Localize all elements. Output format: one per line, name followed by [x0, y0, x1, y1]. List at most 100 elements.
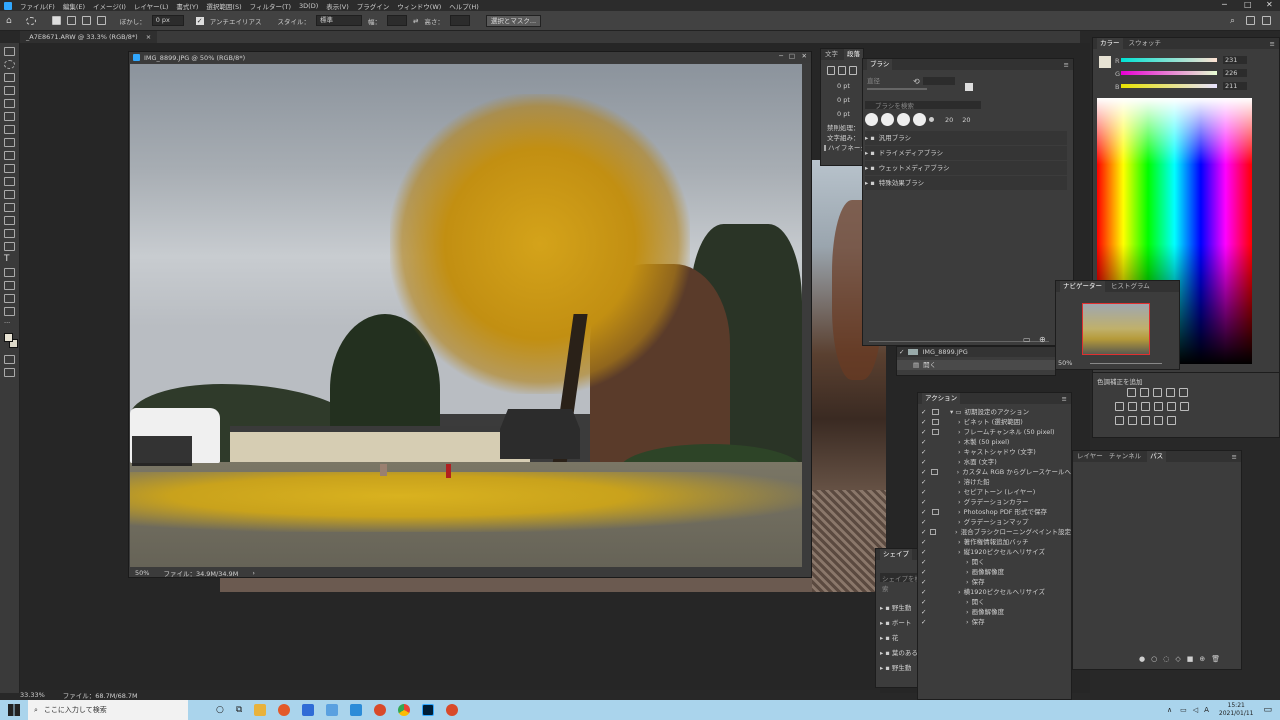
dialog-toggle-icon[interactable]	[932, 589, 939, 595]
history-brush-tool-icon[interactable]	[4, 177, 15, 186]
home-icon[interactable]: ⌂	[6, 16, 12, 26]
menu-image[interactable]: イメージ(I)	[93, 1, 126, 11]
fill-path-icon[interactable]: ●	[1139, 655, 1145, 663]
actions-menu-icon[interactable]: ≡	[1062, 395, 1067, 403]
expand-chevron-icon[interactable]: ›	[942, 547, 961, 557]
dialog-toggle-icon[interactable]	[932, 419, 939, 425]
menu-plugins[interactable]: プラグイン	[357, 1, 390, 11]
minimize-button[interactable]: ─	[1222, 0, 1227, 9]
app-icon-lightblue[interactable]	[326, 704, 339, 716]
hand-tool-icon[interactable]	[4, 294, 15, 303]
action-check-icon[interactable]: ✓	[921, 447, 929, 457]
expand-chevron-icon[interactable]: ›	[942, 507, 961, 517]
shape-group[interactable]: ▸ ▪ 花	[880, 633, 918, 648]
g-value[interactable]: 226	[1223, 69, 1247, 77]
action-item[interactable]: ✓ › 木製 (50 pixel)	[918, 437, 1071, 447]
color-lookup-icon[interactable]	[1180, 402, 1189, 411]
screen-mode-icon[interactable]	[4, 368, 15, 377]
brush-tool-icon[interactable]	[4, 151, 15, 160]
shape-group[interactable]: ▸ ▪ 葉のある	[880, 648, 918, 663]
brush-preset-soft-icon[interactable]	[897, 113, 910, 126]
navigator-zoom-slider[interactable]	[1090, 363, 1162, 364]
quick-select-tool-icon[interactable]	[4, 86, 15, 95]
dialog-toggle-icon[interactable]	[932, 619, 939, 625]
ellipse-marquee-icon[interactable]	[25, 16, 36, 25]
blur-tool-icon[interactable]	[4, 216, 15, 225]
feather-input[interactable]: 0 px	[151, 15, 184, 26]
tab-color[interactable]: カラー	[1097, 38, 1123, 49]
expand-chevron-icon[interactable]: ›	[942, 567, 969, 577]
action-check-icon[interactable]: ✓	[921, 567, 929, 577]
dialog-toggle-icon[interactable]	[932, 609, 939, 615]
eraser-tool-icon[interactable]	[4, 190, 15, 199]
action-item[interactable]: ✓ › 開く	[918, 597, 1071, 607]
action-item[interactable]: ✓ › 横1920ピクセルへリサイズ	[918, 587, 1071, 597]
action-check-icon[interactable]: ✓	[921, 437, 929, 447]
action-item[interactable]: ✓ › 著作権情報追加バッチ	[918, 537, 1071, 547]
exposure-icon[interactable]	[1166, 388, 1175, 397]
tab-channels[interactable]: チャンネル	[1109, 451, 1141, 462]
shape-group[interactable]: ▸ ▪ 野生動	[880, 663, 918, 678]
foreground-color-swatch[interactable]	[4, 333, 13, 342]
history-state[interactable]: ▤ 開く	[897, 360, 1055, 370]
dialog-toggle-icon[interactable]	[932, 539, 939, 545]
folder-icon[interactable]: ▾ ▭	[942, 407, 961, 417]
expand-chevron-icon[interactable]: ›	[942, 607, 969, 617]
action-item[interactable]: ✓ ▾ ▭ 初期設定のアクション	[918, 407, 1071, 417]
search-icon[interactable]: ⌕	[1230, 16, 1235, 26]
photoshop-taskbar-icon[interactable]	[422, 704, 435, 716]
levels-icon[interactable]	[1140, 388, 1149, 397]
action-item[interactable]: ✓ › 溶けた鉛	[918, 477, 1071, 487]
action-check-icon[interactable]: ✓	[921, 427, 929, 437]
action-check-icon[interactable]: ✓	[921, 577, 929, 587]
action-item[interactable]: ✓ › カスタム RGB からグレースケールへ	[918, 467, 1071, 477]
crop-tool-icon[interactable]	[4, 99, 15, 108]
align-left-icon[interactable]	[827, 66, 835, 75]
tab-histogram[interactable]: ヒストグラム	[1111, 281, 1150, 292]
history-snapshot[interactable]: ✓ IMG_8899.JPG	[897, 347, 1055, 357]
brush-preview-slider[interactable]	[869, 341, 1049, 342]
add-mask-icon[interactable]: ■	[1187, 655, 1194, 663]
reset-angle-icon[interactable]: ⟲	[913, 77, 920, 86]
action-item[interactable]: ✓ › 画像解像度	[918, 607, 1071, 617]
navigator-zoom[interactable]: 50%	[1058, 359, 1072, 367]
expand-chevron-icon[interactable]: ›	[942, 597, 969, 607]
task-view-icon[interactable]: ⧉	[236, 705, 242, 715]
action-item[interactable]: ✓ › 混合ブラシクローニングペイント設定	[918, 527, 1071, 537]
action-item[interactable]: ✓ › 画像解像度	[918, 567, 1071, 577]
app-icon-tool[interactable]	[350, 704, 363, 716]
close-button[interactable]: ✕	[1266, 0, 1273, 9]
expand-chevron-icon[interactable]: ›	[942, 437, 961, 447]
gradient-tool-icon[interactable]	[4, 203, 15, 212]
expand-chevron-icon[interactable]: ›	[942, 447, 961, 457]
action-item[interactable]: ✓ › 水面 (文字)	[918, 457, 1071, 467]
brush-preset-small-icon[interactable]	[929, 117, 934, 122]
tray-chevron-icon[interactable]: ∧	[1167, 706, 1172, 714]
network-icon[interactable]: ▭	[1180, 706, 1187, 714]
new-group-folder-icon[interactable]: ▭	[1023, 335, 1031, 344]
ellipse-marquee-tool-icon[interactable]	[4, 60, 15, 69]
b-value[interactable]: 211	[1223, 82, 1247, 90]
photo-filter-icon[interactable]	[1154, 402, 1163, 411]
expand-chevron-icon[interactable]: ›	[939, 527, 958, 537]
action-check-icon[interactable]: ✓	[921, 617, 929, 627]
action-item[interactable]: ✓ › 保存	[918, 617, 1071, 627]
type-tool-icon[interactable]: T	[4, 255, 15, 264]
action-check-icon[interactable]: ✓	[921, 497, 929, 507]
action-check-icon[interactable]: ✓	[921, 507, 929, 517]
brush-group[interactable]: ▸ ▪ 特殊効果ブラシ	[865, 176, 1067, 190]
r-slider[interactable]	[1121, 58, 1217, 62]
load-selection-icon[interactable]: ◌	[1163, 655, 1169, 663]
more-tools-icon[interactable]: ···	[4, 320, 15, 329]
r-value[interactable]: 231	[1223, 56, 1247, 64]
windows-start-icon[interactable]	[8, 704, 20, 716]
dialog-toggle-icon[interactable]	[932, 449, 939, 455]
brightness-icon[interactable]	[1127, 388, 1136, 397]
expand-chevron-icon[interactable]: ›	[942, 487, 961, 497]
action-check-icon[interactable]: ✓	[921, 547, 929, 557]
action-check-icon[interactable]: ✓	[921, 607, 929, 617]
quick-mask-icon[interactable]	[4, 355, 15, 364]
menu-window[interactable]: ウィンドウ(W)	[397, 1, 441, 11]
tab-document[interactable]: _A7E8671.ARW @ 33.3% (RGB/8*) ×	[20, 31, 158, 43]
ime-indicator[interactable]: A	[1204, 706, 1209, 714]
